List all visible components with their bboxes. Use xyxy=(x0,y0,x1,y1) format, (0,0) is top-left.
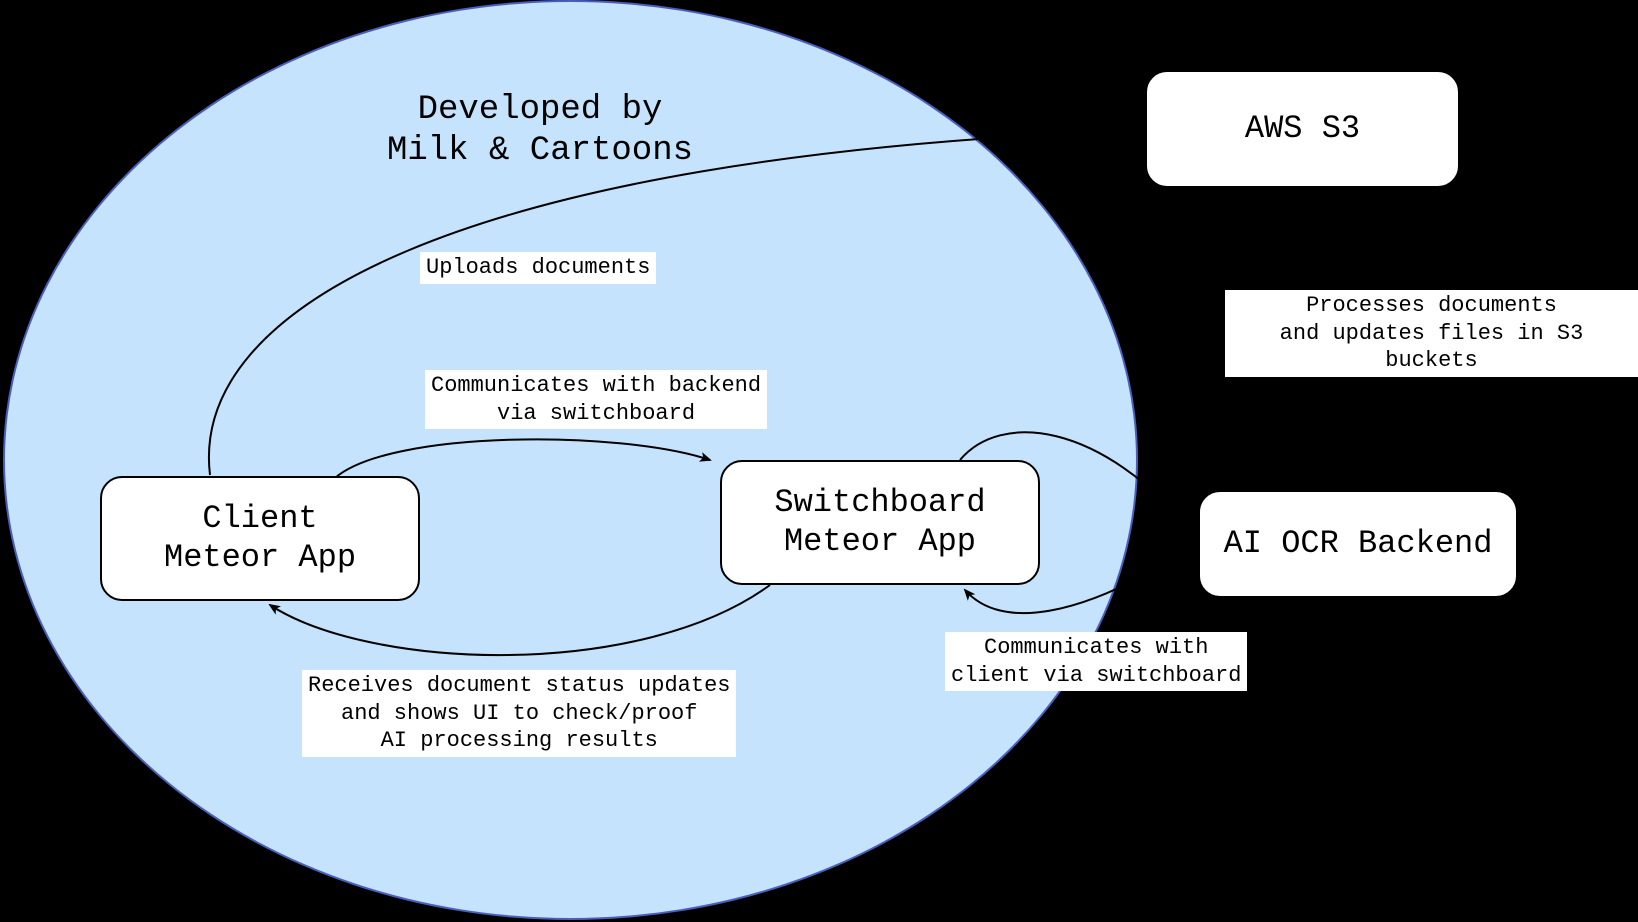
label-uploads: Uploads documents xyxy=(420,252,656,284)
node-ai-ocr-label: AI OCR Backend xyxy=(1224,525,1493,563)
group-title-line2: Milk & Cartoons xyxy=(387,132,693,170)
node-aws-s3: AWS S3 xyxy=(1145,70,1460,188)
node-aws-s3-label: AWS S3 xyxy=(1245,110,1360,148)
group-title-line1: Developed by xyxy=(418,91,663,129)
label-processes: Processes documents and updates files in… xyxy=(1225,290,1638,377)
label-comm-backend: Communicates with backend via switchboar… xyxy=(425,370,767,429)
node-switchboard-line2: Meteor App xyxy=(784,523,976,560)
group-title: Developed by Milk & Cartoons xyxy=(330,90,750,172)
node-switchboard-meteor-app: Switchboard Meteor App xyxy=(720,460,1040,585)
diagram-canvas: Developed by Milk & Cartoons Client Mete… xyxy=(0,0,1638,922)
node-client-meteor-app: Client Meteor App xyxy=(100,476,420,601)
node-client-line2: Meteor App xyxy=(164,539,356,576)
node-ai-ocr-backend: AI OCR Backend xyxy=(1198,490,1518,598)
label-receives: Receives document status updates and sho… xyxy=(302,670,736,757)
node-client-line1: Client xyxy=(202,500,317,537)
node-switchboard-line1: Switchboard xyxy=(774,484,985,521)
label-comm-client: Communicates with client via switchboard xyxy=(945,632,1247,691)
